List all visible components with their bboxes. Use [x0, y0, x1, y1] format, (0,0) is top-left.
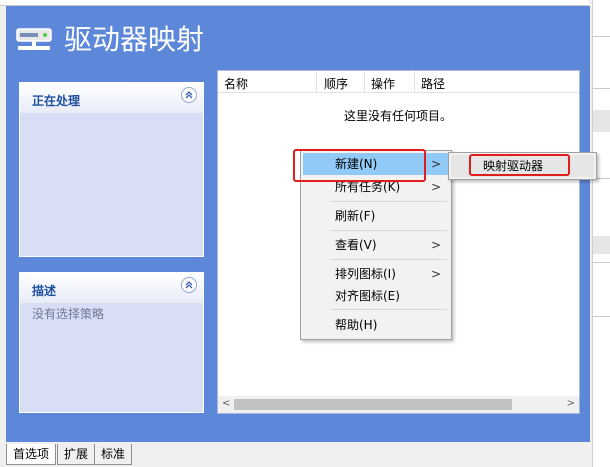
scroll-left-icon[interactable]: < [222, 398, 230, 409]
menu-item-help[interactable]: 帮助(H) [303, 314, 449, 336]
column-header-name[interactable]: 名称 [224, 75, 248, 92]
horizontal-scrollbar[interactable]: < > [218, 396, 579, 413]
column-header-path[interactable]: 路径 [421, 75, 445, 92]
description-text: 没有选择策略 [32, 307, 105, 321]
description-panel-title: 描述 [32, 284, 57, 298]
processing-panel: 正在处理 [19, 82, 204, 257]
menu-item-arrange-icons[interactable]: 排列图标(I) > [303, 263, 449, 285]
processing-panel-title: 正在处理 [32, 94, 81, 108]
empty-list-message: 这里没有任何项目。 [344, 109, 453, 123]
scroll-right-icon[interactable]: > [567, 398, 575, 409]
submenu-arrow-icon: > [430, 157, 441, 171]
drive-map-icon [16, 26, 52, 54]
description-panel: 描述 没有选择策略 [19, 272, 204, 413]
view-tab-bar: 首选项 扩展 标准 [6, 442, 590, 467]
menu-item-refresh[interactable]: 刷新(F) [303, 205, 449, 227]
tab-standard[interactable]: 标准 [94, 444, 133, 465]
annotation-highlight-map-drive [469, 154, 570, 176]
tab-preferences[interactable]: 首选项 [6, 444, 57, 465]
tab-extended[interactable]: 扩展 [57, 444, 96, 465]
scrollbar-thumb[interactable] [234, 399, 512, 410]
chevron-up-double-icon [185, 91, 193, 99]
chevron-up-double-icon [185, 281, 193, 289]
list-header: 名称 顺序 操作 路径 [218, 71, 579, 93]
annotation-highlight-new [293, 149, 426, 182]
page-title: 驱动器映射 [64, 23, 205, 56]
column-header-order[interactable]: 顺序 [324, 75, 348, 92]
submenu-arrow-icon: > [430, 180, 441, 194]
collapse-processing-button[interactable] [181, 87, 197, 103]
menu-item-view[interactable]: 查看(V) > [303, 234, 449, 256]
collapse-description-button[interactable] [181, 277, 197, 293]
background-window-edge [592, 0, 610, 467]
column-header-action[interactable]: 操作 [371, 75, 395, 92]
menu-item-align-icons[interactable]: 对齐图标(E) [303, 285, 449, 307]
submenu-arrow-icon: > [430, 238, 441, 252]
submenu-arrow-icon: > [430, 267, 441, 281]
